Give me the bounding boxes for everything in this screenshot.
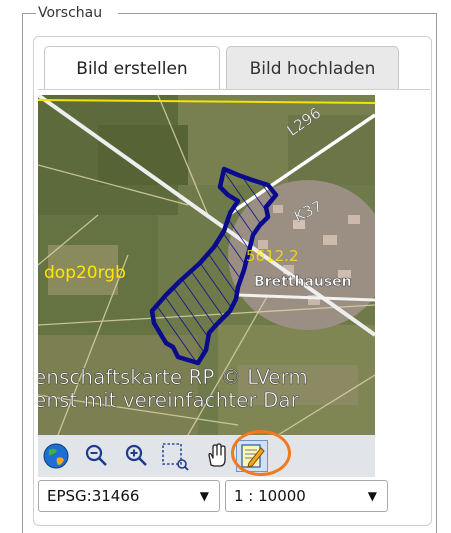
projection-select[interactable]: EPSG:31466 ▼ (38, 480, 220, 512)
zoom-box-icon[interactable] (160, 441, 190, 471)
fieldset-border (22, 13, 23, 533)
fieldset-border (22, 13, 36, 14)
tab-create-image[interactable]: Bild erstellen (44, 46, 220, 90)
globe-icon[interactable] (41, 441, 71, 471)
edit-note-icon[interactable] (236, 440, 268, 472)
zoom-in-icon[interactable] (122, 441, 152, 471)
map-toolbar (38, 435, 375, 477)
projection-value: EPSG:31466 (47, 487, 140, 505)
scale-select[interactable]: 1 : 10000 ▼ (225, 480, 388, 512)
chevron-down-icon: ▼ (367, 489, 377, 503)
label-layer: dop20rgb (44, 263, 126, 283)
map-view[interactable]: L296 K37 Bretthausen dop20rgb 5612.2 ens… (38, 95, 375, 435)
label-village: Bretthausen (254, 274, 352, 290)
scale-value: 1 : 10000 (234, 487, 306, 505)
fieldset-legend: Vorschau (38, 5, 103, 21)
tab-upload-image[interactable]: Bild hochladen (226, 46, 399, 90)
credit-line-1: enschaftskarte RP © LVerm (38, 365, 308, 389)
label-layer-partial: 5612.2 (246, 247, 299, 265)
zoom-out-icon[interactable] (82, 441, 112, 471)
pan-hand-icon[interactable] (202, 441, 232, 471)
fieldset-border (436, 13, 437, 533)
fieldset-border (118, 13, 436, 14)
credit-line-2: enst mit vereinfachter Dar (38, 388, 300, 412)
chevron-down-icon: ▼ (199, 489, 209, 503)
tab-divider (38, 89, 430, 90)
